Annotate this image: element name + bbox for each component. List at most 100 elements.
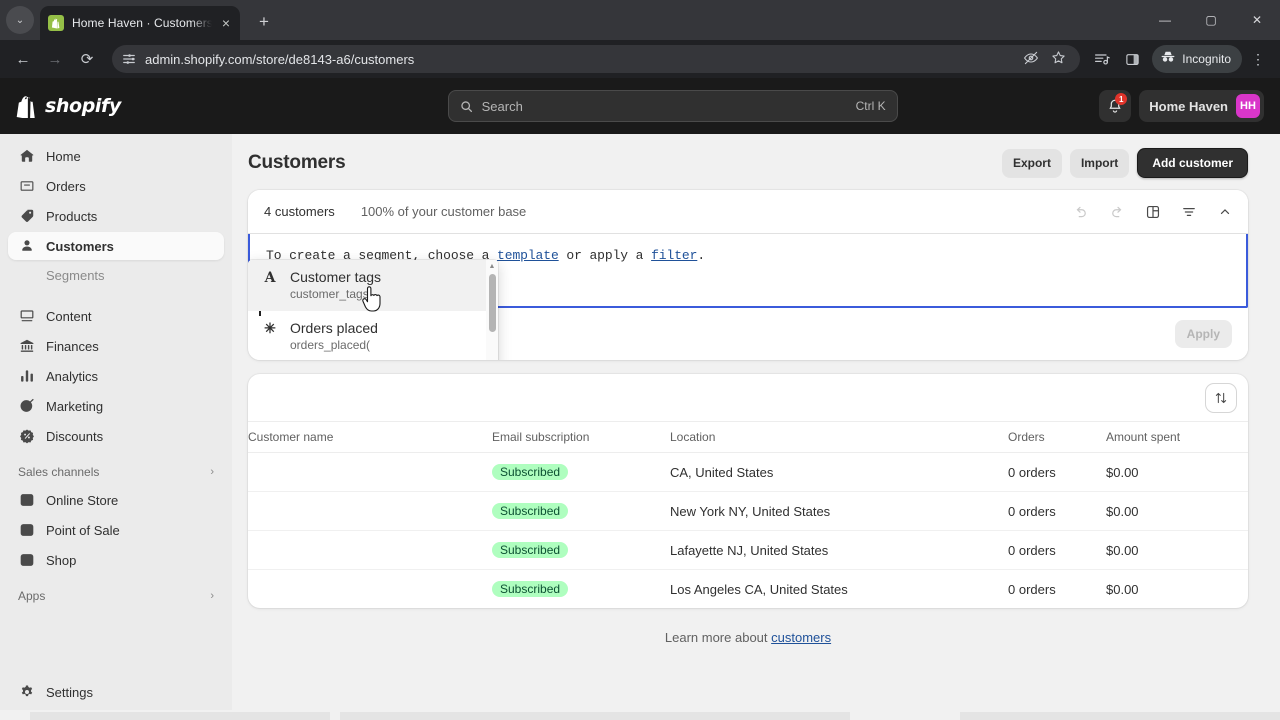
cell-amount: $0.00: [1106, 452, 1248, 492]
suggestion-value: customer_tags: [290, 287, 369, 301]
customer-list-card: Customer name Email subscription Locatio…: [248, 374, 1248, 608]
export-button[interactable]: Export: [1001, 149, 1062, 177]
sidebar-item-finances[interactable]: Finances: [8, 332, 224, 360]
chevron-right-icon[interactable]: ›: [210, 590, 214, 602]
sidebar-item-online-store[interactable]: Online Store: [8, 486, 224, 514]
redo-icon: [1112, 206, 1122, 217]
sort-icon: [1215, 392, 1227, 403]
incognito-label: Incognito: [1182, 52, 1231, 66]
sidebar-item-home[interactable]: Home: [8, 142, 224, 170]
sidebar-item-content[interactable]: Content: [8, 302, 224, 330]
sidebar-item-products[interactable]: Products: [8, 202, 224, 230]
status-badge: Subscribed: [492, 503, 569, 519]
cell-amount: $0.00: [1106, 530, 1248, 570]
notifications-button[interactable]: 1: [1099, 90, 1132, 122]
scroll-up-arrow-icon[interactable]: ▲: [486, 260, 498, 272]
shopify-bag-icon: [16, 96, 35, 118]
side-panel-icon[interactable]: [1118, 45, 1146, 73]
shopify-logo[interactable]: shopify: [16, 94, 246, 118]
back-button[interactable]: ←: [8, 44, 38, 74]
function-type-icon: ✳: [264, 321, 276, 337]
sidebar-item-settings[interactable]: Settings: [8, 678, 224, 706]
minimize-button[interactable]: —: [1142, 0, 1188, 40]
import-button[interactable]: Import: [1069, 149, 1130, 177]
table-row[interactable]: Subscribed CA, United States 0 orders $0…: [248, 452, 1248, 492]
sidebar-item-label: Products: [46, 208, 98, 224]
col-amount-spent[interactable]: Amount spent: [1106, 422, 1248, 453]
save-view-icon: [1146, 205, 1160, 218]
browser-menu-icon[interactable]: ⋮: [1244, 45, 1272, 73]
account-button[interactable]: Home Haven HH: [1139, 90, 1264, 122]
cell-orders: 0 orders: [1008, 452, 1106, 492]
sidebar-item-label: Marketing: [46, 398, 104, 414]
suggestions-popover[interactable]: A Customer tags customer_tags ✳ Orders p…: [248, 260, 498, 360]
sidebar-item-discounts[interactable]: Discounts: [8, 422, 224, 450]
sidebar-item-orders[interactable]: Orders: [8, 172, 224, 200]
site-settings-icon[interactable]: [122, 52, 136, 66]
sidebar-item-label: Point of Sale: [46, 522, 120, 538]
status-badge: Subscribed: [492, 542, 569, 558]
sidebar-item-shop[interactable]: Shop: [8, 546, 224, 574]
suggestions-list[interactable]: A Customer tags customer_tags ✳ Orders p…: [248, 260, 486, 360]
learn-more-text: Learn more about: [664, 630, 772, 645]
table-row[interactable]: Subscribed Lafayette NJ, United States 0…: [248, 530, 1248, 570]
table-row[interactable]: Subscribed Los Angeles CA, United States…: [248, 570, 1248, 609]
tab-close-icon[interactable]: ×: [220, 14, 232, 32]
col-email-subscription[interactable]: Email subscription: [492, 422, 670, 453]
sidebar-item-label: Online Store: [46, 492, 119, 508]
finances-bank-icon: [18, 338, 36, 354]
reload-button[interactable]: ⟳: [72, 44, 102, 74]
col-location[interactable]: Location: [670, 422, 1008, 453]
col-orders[interactable]: Orders: [1008, 422, 1106, 453]
tab-search-button[interactable]: ⌄: [6, 6, 34, 34]
chevron-right-icon[interactable]: ›: [210, 466, 214, 478]
save-view-button[interactable]: [1138, 198, 1168, 226]
sidebar-item-label: Finances: [46, 338, 99, 354]
col-customer-name[interactable]: Customer name: [248, 422, 492, 453]
window-controls: — ▢ ✕: [1142, 0, 1280, 40]
horizontal-scrollbar[interactable]: [0, 710, 1280, 720]
cell-orders: 0 orders: [1008, 530, 1106, 570]
sort-button[interactable]: [1206, 383, 1236, 412]
apply-button[interactable]: Apply: [1174, 320, 1232, 348]
bookmark-star-icon[interactable]: [1051, 50, 1066, 68]
browser-tab[interactable]: Home Haven · Customers · Sho ×: [40, 6, 240, 40]
maximize-button[interactable]: ▢: [1188, 0, 1234, 40]
incognito-indicator[interactable]: Incognito: [1152, 45, 1242, 73]
suggestion-label: Customer tags: [290, 269, 382, 285]
sidebar-item-marketing[interactable]: Marketing: [8, 392, 224, 420]
add-customer-button[interactable]: Add customer: [1137, 148, 1248, 178]
filter-button[interactable]: [1174, 198, 1204, 226]
reading-list-icon[interactable]: [1088, 45, 1116, 73]
segment-query-editor[interactable]: To create a segment, choose a template o…: [248, 234, 1248, 360]
learn-more: Learn more about customers: [232, 608, 1264, 645]
table-row[interactable]: Subscribed New York NY, United States 0 …: [248, 491, 1248, 531]
global-search-input[interactable]: Search Ctrl K: [447, 90, 898, 122]
scrollbar-thumb[interactable]: [488, 274, 496, 332]
discounts-badge-icon: [18, 428, 36, 444]
sidebar-item-analytics[interactable]: Analytics: [8, 362, 224, 390]
suggestions-scrollbar[interactable]: ▲ ▼: [486, 260, 498, 360]
sidebar-item-point-of-sale[interactable]: Point of Sale: [8, 516, 224, 544]
collapse-button[interactable]: [1210, 198, 1240, 226]
sidebar-subitem-segments[interactable]: Segments: [8, 262, 224, 288]
close-window-button[interactable]: ✕: [1234, 0, 1280, 40]
suggestion-item[interactable]: A Customer tags customer_tags: [248, 260, 486, 311]
cell-location: CA, United States: [670, 452, 1008, 492]
template-link[interactable]: template: [497, 248, 559, 263]
suggestion-item[interactable]: ✳ Orders placed orders_placed(: [248, 311, 486, 360]
cell-subscription: Subscribed: [492, 491, 670, 531]
customers-doc-link[interactable]: customers: [771, 630, 831, 645]
address-bar[interactable]: admin.shopify.com/store/de8143-a6/custom…: [112, 45, 1081, 73]
sidebar-item-customers[interactable]: Customers: [8, 232, 224, 260]
sidebar-section-apps[interactable]: Apps ›: [8, 582, 224, 610]
new-tab-button[interactable]: +: [250, 8, 278, 36]
text-type-icon: A: [264, 270, 276, 286]
hint-text-3: .: [697, 248, 706, 263]
suggestion-label: Orders placed: [290, 320, 378, 336]
hide-password-icon[interactable]: [1023, 50, 1039, 69]
segment-toolbar: 4 customers 100% of your customer base: [248, 190, 1248, 234]
filter-link[interactable]: filter: [651, 248, 697, 263]
chevron-down-icon: ⌄: [15, 14, 25, 26]
sidebar-section-sales-channels[interactable]: Sales channels ›: [8, 458, 224, 486]
